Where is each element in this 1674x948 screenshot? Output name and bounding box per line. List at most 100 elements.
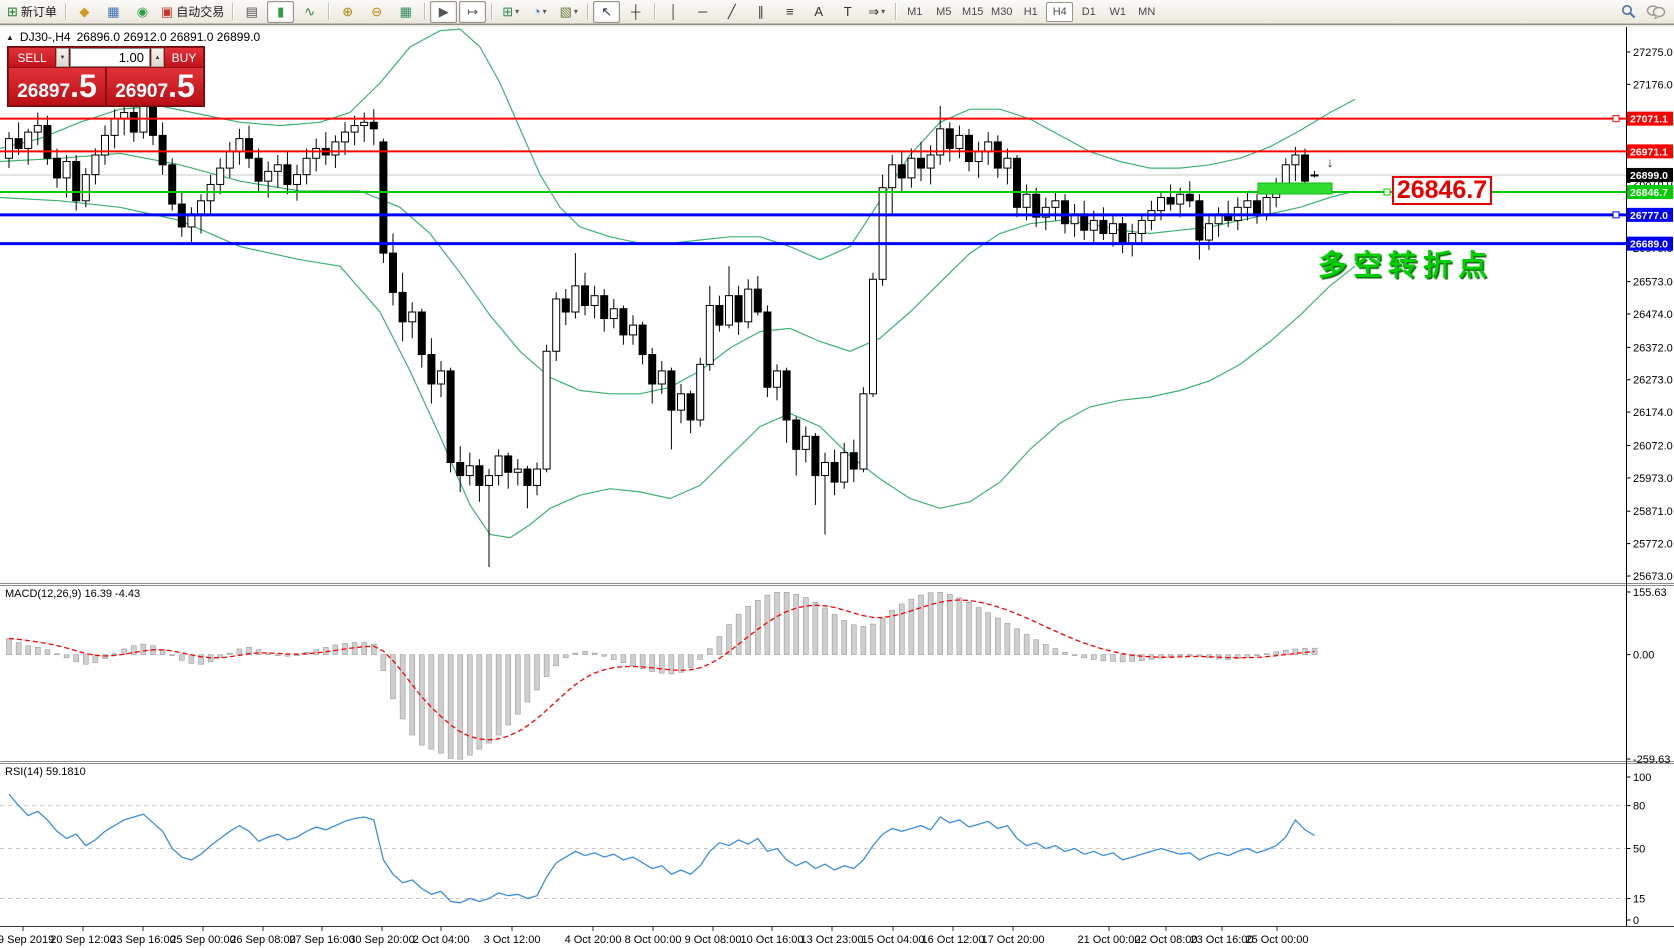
price-tick-label: 27176.0 xyxy=(1633,79,1673,91)
price-label-text: 26971.1 xyxy=(1630,146,1668,158)
macd-bar xyxy=(1245,655,1250,658)
channel-tool-icon: ∥ xyxy=(757,5,764,18)
highlight-zone-rect[interactable] xyxy=(1258,183,1332,194)
timeframe-d1-button[interactable]: D1 xyxy=(1075,2,1102,22)
candle xyxy=(428,355,435,384)
buy-price-button[interactable]: 26907.5 xyxy=(107,68,203,105)
timeframe-m30-button[interactable]: M30 xyxy=(988,2,1015,22)
crosshair-tool-button[interactable]: ┼ xyxy=(622,1,649,23)
new-chart-button[interactable]: ⊞▾ xyxy=(497,1,524,23)
price-label-text: 26689.0 xyxy=(1630,239,1668,251)
vertical-line-tool-button[interactable]: │ xyxy=(660,1,687,23)
chart-canvas[interactable]: 27275.027176.027077.026977.026876.026775… xyxy=(0,0,1674,948)
timeframe-m5-button[interactable]: M5 xyxy=(930,2,957,22)
macd-bar xyxy=(362,643,367,655)
auto-trading-button[interactable]: ▣自动交易 xyxy=(158,1,227,23)
candle xyxy=(265,171,272,181)
candle xyxy=(1119,224,1126,244)
timeframe-w1-button[interactable]: W1 xyxy=(1104,2,1131,22)
candle xyxy=(390,253,397,292)
candle xyxy=(418,312,425,355)
timeframe-m15-button[interactable]: M15 xyxy=(959,2,986,22)
candle xyxy=(284,165,291,185)
volume-increase-button[interactable]: ▲ xyxy=(151,48,164,67)
price-tick-label: 25871.0 xyxy=(1633,506,1673,518)
zoom-in-button[interactable]: ⊕ xyxy=(334,1,361,23)
line-chart-type-button[interactable]: ∿ xyxy=(296,1,323,23)
tile-windows-icon: ▦ xyxy=(400,5,412,18)
trendline-tool-button[interactable]: ╱ xyxy=(718,1,745,23)
macd-bar xyxy=(563,655,568,658)
profiles-button[interactable]: ◔▾ xyxy=(526,1,553,23)
macd-bar xyxy=(794,594,799,654)
rsi-line xyxy=(9,794,1315,903)
macd-indicator-label: MACD(12,26,9) 16.39 -4.43 xyxy=(5,588,140,600)
collapse-panel-icon[interactable]: ▲ xyxy=(6,33,14,42)
price-line-labels: 27071.126971.126899.026846.726777.026689… xyxy=(1627,112,1673,251)
bar-chart-type-button[interactable]: ▤ xyxy=(238,1,265,23)
volume-stepper[interactable]: ▼ 1.00 ▲ xyxy=(56,48,164,67)
auto-scroll-button[interactable]: ▶ xyxy=(430,1,457,23)
chart-shift-button[interactable]: ↦ xyxy=(459,1,486,23)
chat-icon[interactable] xyxy=(1646,4,1666,19)
candlestick-chart-type-icon: ▮ xyxy=(277,5,284,18)
volume-decrease-button[interactable]: ▼ xyxy=(56,48,69,67)
tile-windows-button[interactable]: ▦ xyxy=(392,1,419,23)
zoom-out-button[interactable]: ⊖ xyxy=(363,1,390,23)
candle xyxy=(1090,220,1097,230)
cursor-tool-button[interactable]: ↖ xyxy=(593,1,620,23)
macd-bar xyxy=(823,608,828,655)
signals-button[interactable]: ◉ xyxy=(129,1,156,23)
timeframe-mn-button[interactable]: MN xyxy=(1133,2,1160,22)
new-order-button[interactable]: ⊞新订单 xyxy=(4,1,60,23)
templates-button[interactable]: ▧▾ xyxy=(555,1,582,23)
horizontal-line-tool-button[interactable]: ─ xyxy=(689,1,716,23)
macd-bar xyxy=(122,649,127,655)
buy-button[interactable]: BUY xyxy=(165,48,203,67)
sell-button[interactable]: SELL xyxy=(9,48,55,67)
search-icon[interactable] xyxy=(1621,4,1636,19)
crosshair-tool-icon: ┼ xyxy=(631,5,640,18)
macd-bar xyxy=(16,643,21,655)
candle xyxy=(6,139,13,159)
volume-value[interactable]: 1.00 xyxy=(70,48,150,67)
candle xyxy=(130,112,137,132)
candle xyxy=(514,469,521,472)
line-anchor-marker[interactable] xyxy=(1613,116,1619,122)
arrows-tool-button[interactable]: ⇒▾ xyxy=(863,1,890,23)
channel-tool-button[interactable]: ∥ xyxy=(747,1,774,23)
candle xyxy=(582,286,589,306)
text-label-tool-button[interactable]: T xyxy=(834,1,861,23)
candle xyxy=(255,158,262,181)
candle xyxy=(562,299,569,312)
timeframe-h4-button[interactable]: H4 xyxy=(1046,2,1073,22)
navigator-button[interactable]: ▦ xyxy=(100,1,127,23)
macd-tick-label: -259.63 xyxy=(1633,754,1670,766)
timeframe-m1-button[interactable]: M1 xyxy=(901,2,928,22)
candle xyxy=(860,394,867,469)
candlestick-chart-type-button[interactable]: ▮ xyxy=(267,1,294,23)
sell-price-button[interactable]: 26897.5 xyxy=(9,68,105,105)
candle xyxy=(601,296,608,319)
candle xyxy=(850,453,857,469)
macd-bar xyxy=(477,655,482,750)
timeframe-h1-button[interactable]: H1 xyxy=(1017,2,1044,22)
line-anchor-marker[interactable] xyxy=(1384,189,1390,195)
vertical-line-tool-icon: │ xyxy=(670,5,678,18)
price-tick-label: 26174.0 xyxy=(1633,407,1673,419)
line-anchor-marker[interactable] xyxy=(1613,212,1619,218)
time-tick-label: 10 Oct 16:00 xyxy=(741,934,804,946)
candle xyxy=(169,165,176,204)
macd-bar xyxy=(583,651,588,654)
text-tool-button[interactable]: A xyxy=(805,1,832,23)
candle xyxy=(649,355,656,384)
macd-bar xyxy=(275,655,280,656)
fibonacci-tool-button[interactable]: ≡ xyxy=(776,1,803,23)
toolbar: ⊞新订单◆▦◉▣自动交易▤▮∿⊕⊖▦▶↦⊞▾◔▾▧▾↖┼│─╱∥≡AT⇒▾M1M… xyxy=(0,0,1674,24)
market-watch-button[interactable]: ◆ xyxy=(71,1,98,23)
macd-tick-label: 155.63 xyxy=(1633,587,1667,599)
candle xyxy=(1311,175,1318,176)
macd-bar xyxy=(1283,650,1288,654)
bar-chart-type-icon: ▤ xyxy=(246,5,258,18)
candle xyxy=(754,289,761,312)
